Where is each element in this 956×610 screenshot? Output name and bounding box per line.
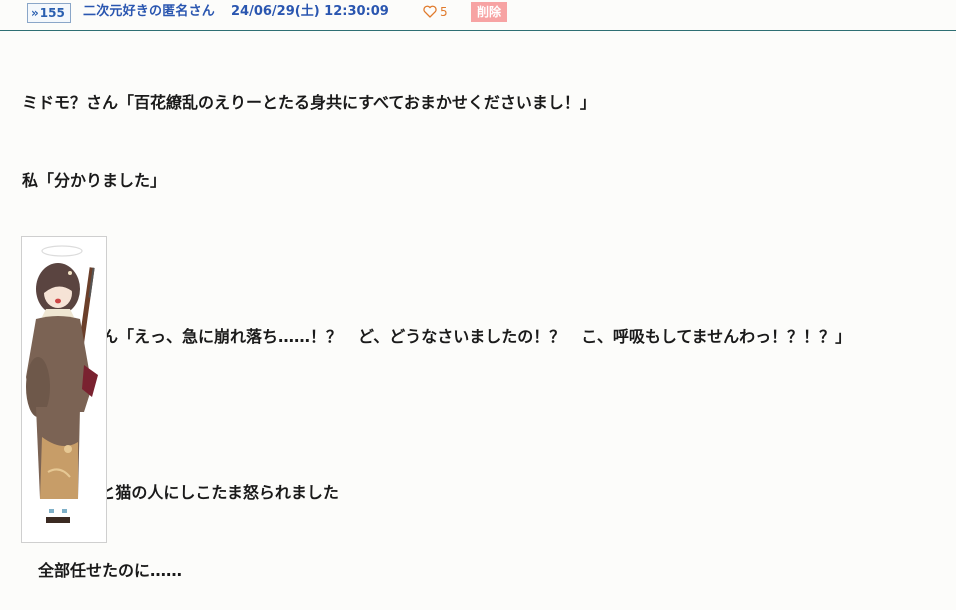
double-chevron-icon: » <box>31 6 39 20</box>
poster-name: 二次元好きの匿名さん <box>83 4 216 19</box>
res-number-link[interactable]: »155 <box>27 3 71 23</box>
res-number: 155 <box>39 6 65 20</box>
post-line: 私「分かりました」 <box>22 171 167 190</box>
post-line: 全部任せたのに…… <box>22 561 183 580</box>
post-line: ミドモ？さん「百花繚乱のえりーとたる身共にすべておまかせくださいまし！」 <box>22 93 596 112</box>
post-line: ﾊﾞﾀﾝｯ <box>22 246 952 272</box>
delete-button[interactable]: 削除 <box>471 2 508 22</box>
heart-outline-icon <box>423 5 437 18</box>
post-line: ミドモ？さん「えっ、急に崩れ落ち……！？ ど、どうなさいましたの！？ こ、呼吸も… <box>22 327 852 346</box>
attached-image-thumbnail[interactable] <box>21 236 107 543</box>
post-line: ↑ツノの人と猫の人にしこたま怒られました <box>22 483 339 502</box>
like-button[interactable]: 5 <box>423 3 448 22</box>
character-illustration <box>26 245 98 523</box>
post-line-blank <box>22 402 952 428</box>
like-count: 5 <box>440 5 448 19</box>
post-datetime: 24/06/29(土) 12:30:09 <box>231 4 389 19</box>
post-body: ミドモ？さん「百花繚乱のえりーとたる身共にすべておまかせくださいまし！」 私「分… <box>22 38 952 610</box>
post-header: »155 二次元好きの匿名さん 24/06/29(土) 12:30:09 5 削… <box>0 0 956 31</box>
